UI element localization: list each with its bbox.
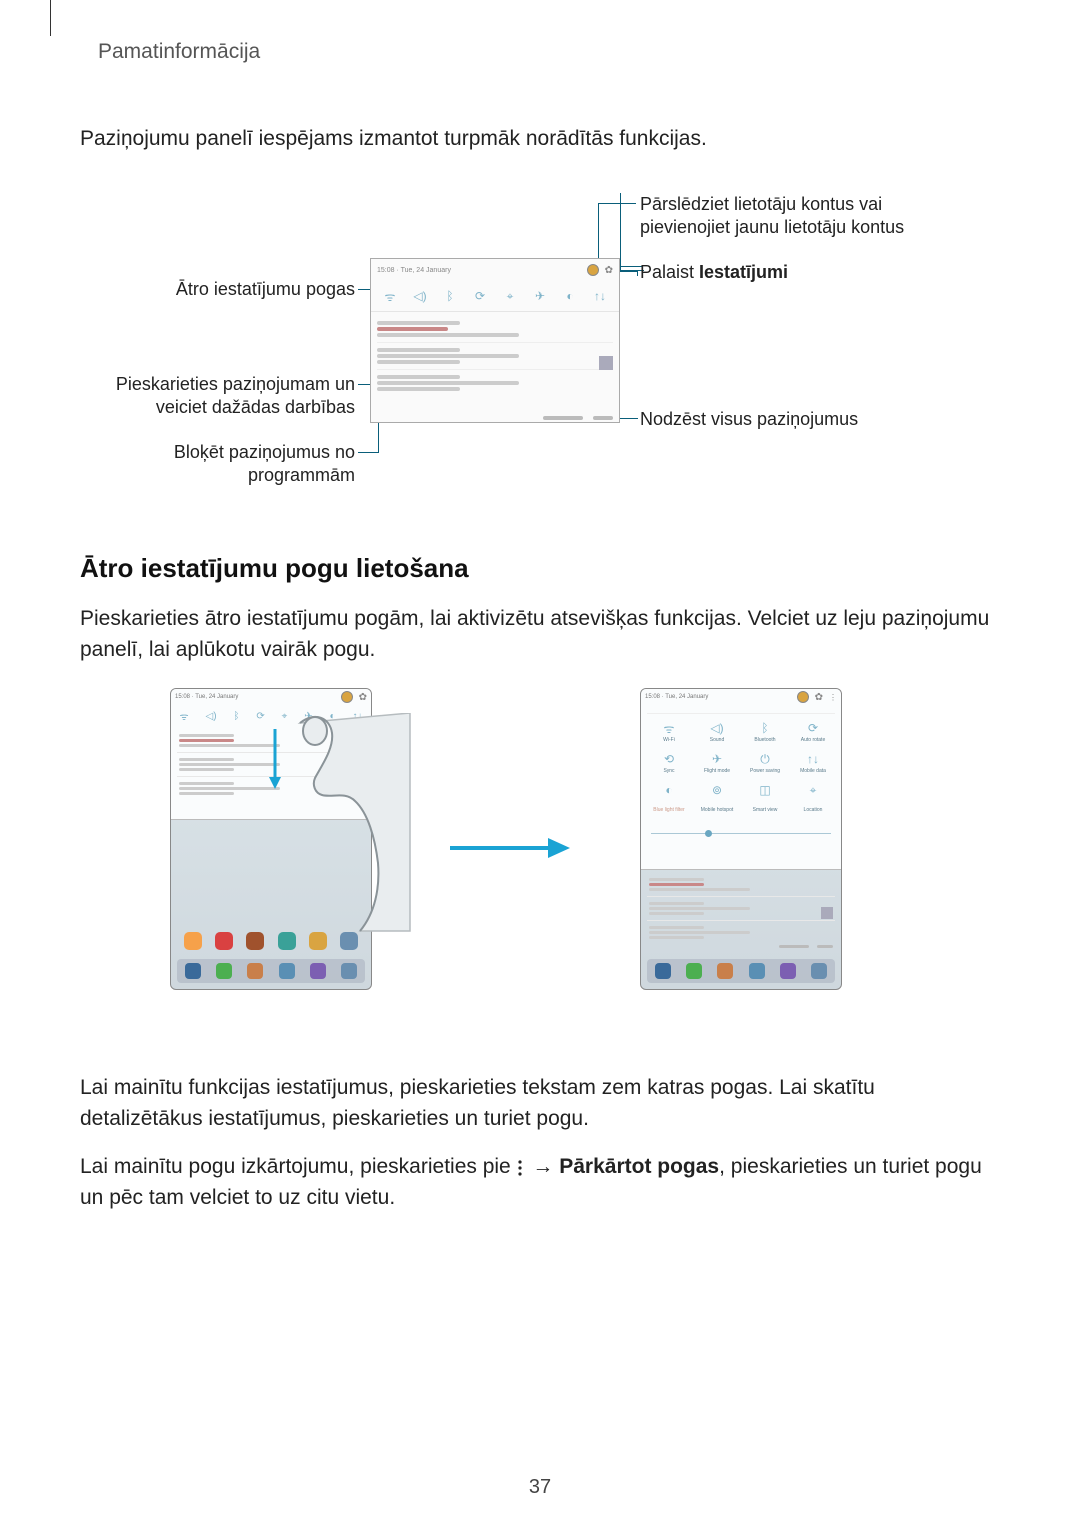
callout-text: Palaist xyxy=(640,262,699,282)
wifi-icon: ᯤ xyxy=(179,709,188,723)
section-header: Pamatinformācija xyxy=(98,40,1000,64)
sound-icon: ◁) xyxy=(413,289,427,303)
data-icon: ↑↓ xyxy=(593,289,607,303)
quick-settings-illustration: 15:08 · Tue, 24 January ✿ ᯤ ◁) ᛒ ⟳ ⌖ ✈ ◐… xyxy=(140,683,1060,1023)
airplane-icon: ✈ xyxy=(304,711,312,722)
sound-icon: ◁) xyxy=(709,720,725,736)
rotate-icon: ⟳ xyxy=(256,711,264,722)
paragraph-1: Pieskarieties ātro iestatījumu pogām, la… xyxy=(80,604,1000,665)
rotate-icon: ⟳ xyxy=(473,289,487,303)
sync-icon: ⟲ xyxy=(661,751,677,767)
tablet-panel-screenshot: 15:08 · Tue, 24 January ✿ ᯤ ◁) ᛒ ⟳ ⌖ ✈ ◐… xyxy=(370,258,620,423)
status-bar: 15:08 · Tue, 24 January ✿ xyxy=(371,259,619,281)
intro-paragraph: Paziņojumu panelī iespējams izmantot tur… xyxy=(80,124,1000,153)
callout-launch-settings: Palaist Iestatījumi xyxy=(640,261,960,284)
callout-clear-all: Nodzēst visus paziņojumus xyxy=(640,408,960,431)
wifi-icon: ᯤ xyxy=(383,289,397,303)
page-margin-mark xyxy=(50,0,51,36)
wifi-icon: ᯤ xyxy=(661,720,677,736)
hotspot-icon: ⊚ xyxy=(709,782,725,798)
airplane-icon: ✈ xyxy=(709,751,725,767)
leader-line xyxy=(598,203,636,204)
para3-bold: Pārkārtot pogas xyxy=(559,1155,719,1178)
location-icon: ⌖ xyxy=(503,289,517,303)
bluetooth-icon: ᛒ xyxy=(757,720,773,736)
svoice-icon: ◫ xyxy=(757,782,773,798)
notification-list xyxy=(371,312,619,400)
page-number: 37 xyxy=(0,1476,1080,1499)
leader-line xyxy=(598,203,599,265)
location-icon: ⌖ xyxy=(282,711,288,722)
paragraph-3: Lai mainītu pogu izkārtojumu, pieskariet… xyxy=(80,1152,1000,1213)
paragraph-2: Lai mainītu funkcijas iestatījumus, pies… xyxy=(80,1073,1000,1134)
airplane-icon: ✈ xyxy=(533,289,547,303)
data-icon: ↑↓ xyxy=(805,751,821,767)
bluelight-icon: ◐ xyxy=(563,289,577,303)
gear-icon: ✿ xyxy=(605,265,613,276)
user-avatar-icon xyxy=(797,691,809,703)
transition-arrow-icon xyxy=(450,833,570,863)
rotate-icon: ⟳ xyxy=(805,720,821,736)
bluelight-icon: ◐ xyxy=(661,782,677,798)
leader-line xyxy=(620,193,621,270)
para3-arrow: → xyxy=(527,1155,560,1178)
bluetooth-icon: ᛒ xyxy=(233,711,239,722)
callout-block-notifications: Bloķēt paziņojumus no programmām xyxy=(110,441,355,486)
panel-footer-actions xyxy=(779,945,833,948)
notification-panel-diagram: Ātro iestatījumu pogas Pieskarieties paz… xyxy=(110,193,970,503)
leader-line xyxy=(358,452,378,453)
status-time: 15:08 · Tue, 24 January xyxy=(377,267,451,274)
tablet-after: 15:08 · Tue, 24 January ✿ ⋮ ᯤWi-Fi ◁)Sou… xyxy=(640,688,842,990)
para3-pre: Lai mainītu pogu izkārtojumu, pieskariet… xyxy=(80,1155,517,1178)
gear-icon: ✿ xyxy=(815,692,823,703)
sound-icon: ◁) xyxy=(206,711,217,722)
data-icon: ↑↓ xyxy=(352,711,362,722)
more-vertical-icon xyxy=(517,1159,527,1177)
power-icon: ⏻ xyxy=(757,751,773,767)
callout-bold: Iestatījumi xyxy=(699,262,788,282)
swipe-down-arrow-icon xyxy=(267,729,283,789)
location-icon: ⌖ xyxy=(805,782,821,798)
quick-settings-row: ᯤ ◁) ᛒ ⟳ ⌖ ✈ ◐ ↑↓ xyxy=(371,281,619,312)
more-icon: ⋮ xyxy=(829,693,837,702)
panel-footer-actions xyxy=(543,416,613,420)
callout-switch-users: Pārslēdziet lietotāju kontus vai pievien… xyxy=(640,193,960,238)
tablet-before: 15:08 · Tue, 24 January ✿ ᯤ ◁) ᛒ ⟳ ⌖ ✈ ◐… xyxy=(170,688,372,990)
brightness-slider xyxy=(651,833,831,834)
callout-quick-settings: Ātro iestatījumu pogas xyxy=(110,278,355,301)
bluetooth-icon: ᛒ xyxy=(443,289,457,303)
user-avatar-icon xyxy=(341,691,353,703)
callout-tap-notification: Pieskarieties paziņojumam un veiciet daž… xyxy=(110,373,355,418)
subheading-quick-settings: Ātro iestatījumu pogu lietošana xyxy=(80,553,1000,584)
user-avatar-icon xyxy=(587,264,599,276)
bluelight-icon: ◐ xyxy=(329,711,335,722)
gear-icon: ✿ xyxy=(359,692,367,703)
leader-line xyxy=(620,418,638,419)
